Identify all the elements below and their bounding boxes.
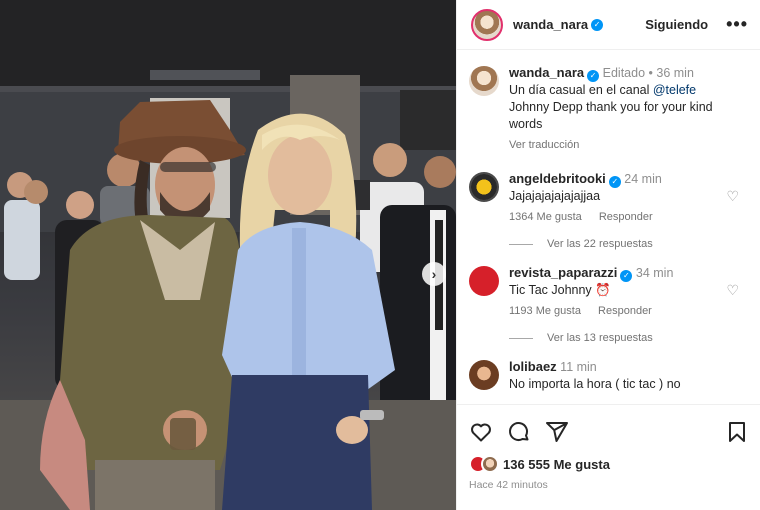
caption-item: wanda_nara ✓ Editado • 36 min Un día casu…: [469, 64, 749, 154]
author-username[interactable]: wanda_nara: [513, 17, 588, 32]
commenter-avatar[interactable]: [469, 172, 499, 202]
comment-item: revista_paparazzi ✓ 34 min Tic Tac Johnny…: [469, 264, 749, 320]
verified-badge-icon: ✓: [620, 269, 633, 282]
reply-button[interactable]: Responder: [599, 211, 653, 223]
comment-text: No importa la hora ( tic tac ) no: [509, 377, 681, 391]
commenter-username[interactable]: angeldebritooki: [509, 171, 606, 186]
edited-label: Editado: [602, 66, 646, 80]
post-header: wanda_nara ✓ Siguiendo •••: [457, 0, 760, 50]
caption-username[interactable]: wanda_nara: [509, 65, 584, 80]
comment-heart-icon[interactable]: ♡: [726, 282, 739, 299]
caption-text-line2: Johnny Depp thank you for your kind word…: [509, 100, 713, 131]
comment-heart-icon[interactable]: ♡: [726, 188, 739, 205]
caption-time: 36 min: [656, 66, 694, 80]
reply-button[interactable]: Responder: [598, 305, 652, 317]
comments-list[interactable]: wanda_nara ✓ Editado • 36 min Un día casu…: [457, 58, 760, 404]
commenter-username[interactable]: lolibaez: [509, 359, 557, 374]
comment-time: 24 min: [624, 172, 662, 186]
commenter-avatar[interactable]: [469, 266, 499, 296]
comment-text: Tic Tac Johnny ⏰: [509, 283, 611, 297]
following-button[interactable]: Siguiendo: [645, 17, 708, 32]
heart-icon[interactable]: [469, 420, 493, 444]
comment-item: angeldebritooki ✓ 24 min Jajajajajajajajj…: [469, 170, 749, 226]
translate-link[interactable]: Ver traducción: [509, 137, 749, 154]
commenter-username[interactable]: revista_paparazzi: [509, 265, 617, 280]
post-photo: ›: [0, 0, 456, 510]
likes-summary[interactable]: 136 555 Me gusta: [469, 455, 749, 473]
bookmark-icon[interactable]: [725, 420, 749, 444]
comment-icon[interactable]: [507, 420, 531, 444]
comment-likes[interactable]: 1364 Me gusta: [509, 211, 582, 223]
mention-link[interactable]: @telefe: [653, 83, 696, 97]
next-photo-button[interactable]: ›: [422, 262, 446, 286]
comment-item: lolibaez 11 min No importa la hora ( tic…: [469, 358, 749, 393]
caption-author-avatar[interactable]: [469, 66, 499, 96]
comment-time: 34 min: [635, 266, 674, 280]
comment-text: Jajajajajajajajjaa: [509, 189, 601, 203]
post-side-panel: wanda_nara ✓ Siguiendo ••• wanda_nara ✓ E…: [456, 0, 760, 510]
view-replies-button[interactable]: Ver las 22 respuestas: [509, 238, 749, 250]
verified-badge-icon: ✓: [608, 175, 621, 188]
instagram-post-modal: › wanda_nara ✓ Siguiendo ••• wanda_nara ✓…: [0, 0, 760, 510]
post-timestamp: Hace 42 minutos: [469, 479, 548, 491]
caption-text-prefix: Un día casual en el canal: [509, 83, 653, 97]
commenter-avatar[interactable]: [469, 360, 499, 390]
share-icon[interactable]: [545, 420, 569, 444]
post-actions-area: 136 555 Me gusta Hace 42 minutos: [457, 404, 760, 491]
likes-count[interactable]: 136 555 Me gusta: [503, 457, 610, 472]
photo-illustration: [0, 0, 456, 510]
liker-avatar: [481, 455, 499, 473]
verified-badge-icon: ✓: [591, 18, 604, 31]
chevron-right-icon: ›: [431, 266, 437, 282]
more-options-icon[interactable]: •••: [726, 14, 748, 35]
action-bar: [469, 419, 749, 445]
comment-likes[interactable]: 1193 Me gusta: [509, 305, 581, 317]
verified-badge-icon: ✓: [587, 69, 600, 82]
comment-time: 11 min: [560, 360, 597, 374]
view-replies-button[interactable]: Ver las 13 respuestas: [509, 332, 749, 344]
author-avatar[interactable]: [471, 8, 503, 41]
